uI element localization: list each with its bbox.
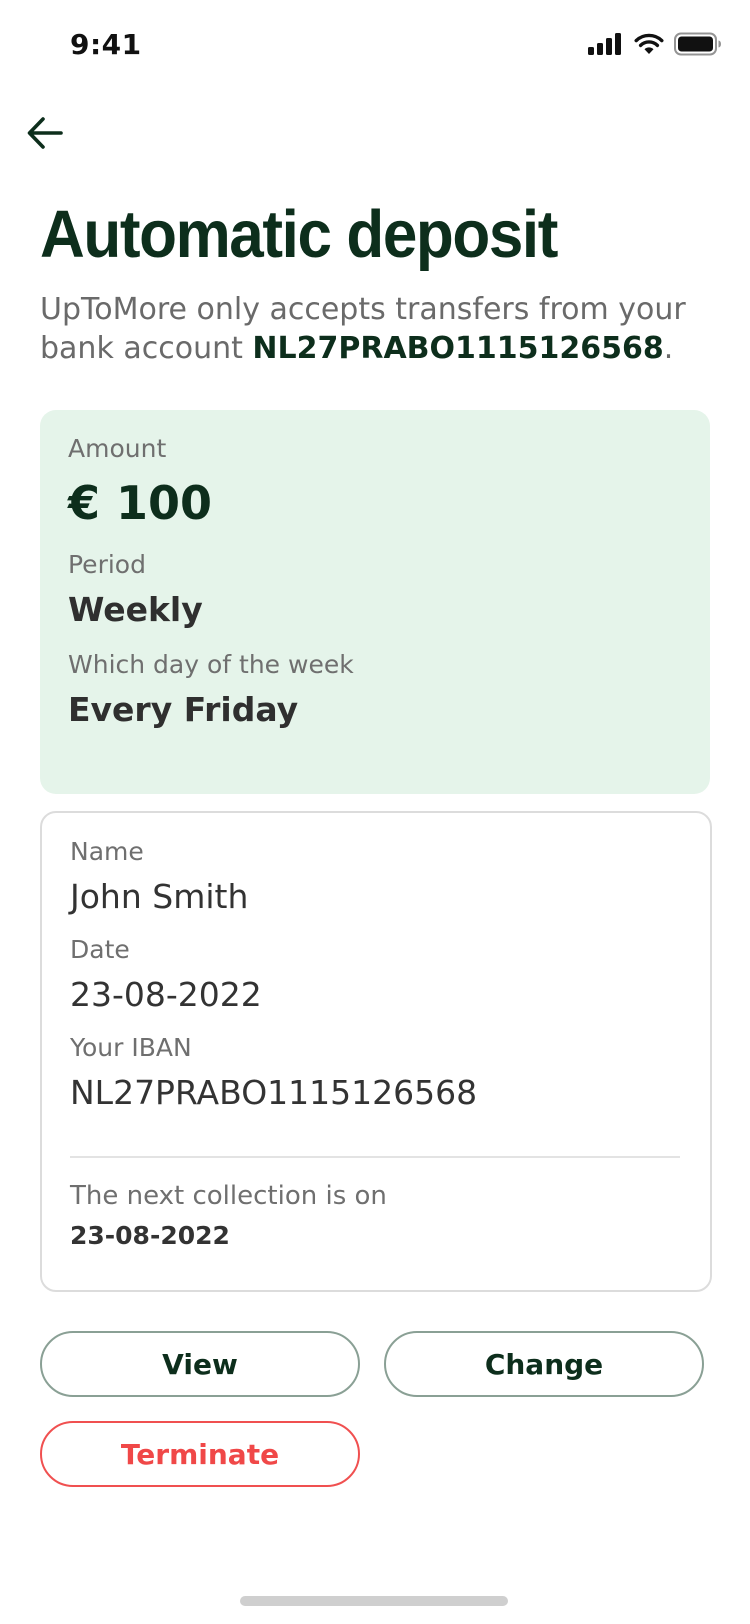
next-collection-date: 23-08-2022 <box>70 1221 230 1250</box>
intro-iban: NL27PRABO1115126568 <box>252 331 664 366</box>
status-bar: 9:41 <box>0 0 750 90</box>
wifi-icon <box>634 33 664 54</box>
iban-value: NL27PRABO1115126568 <box>70 1073 478 1112</box>
name-label: Name <box>70 837 144 866</box>
period-label: Period <box>68 550 146 579</box>
page-title: Automatic deposit <box>40 197 558 272</box>
date-value: 23-08-2022 <box>70 975 262 1014</box>
period-value: Weekly <box>68 590 203 629</box>
divider <box>70 1156 680 1158</box>
intro-text: UpToMore only accepts transfers from you… <box>40 290 730 368</box>
intro-text-end: . <box>663 331 674 366</box>
battery-icon <box>674 32 721 56</box>
iban-label: Your IBAN <box>70 1033 192 1062</box>
status-time: 9:41 <box>70 28 142 61</box>
name-value: John Smith <box>70 877 249 916</box>
cellular-signal-icon <box>588 33 621 55</box>
change-button[interactable]: Change <box>384 1331 704 1397</box>
mandate-details-card: Name John Smith Date 23-08-2022 Your IBA… <box>40 811 712 1292</box>
amount-label: Amount <box>68 434 167 463</box>
deposit-summary-card: Amount € 100 Period Weekly Which day of … <box>40 410 710 794</box>
weekday-value: Every Friday <box>68 690 299 729</box>
weekday-label: Which day of the week <box>68 650 354 679</box>
next-collection-label: The next collection is on <box>70 1181 387 1211</box>
amount-value: € 100 <box>68 476 213 530</box>
home-indicator <box>240 1596 508 1606</box>
view-button[interactable]: View <box>40 1331 360 1397</box>
status-icons <box>588 32 722 56</box>
arrow-left-icon <box>27 117 63 149</box>
terminate-button[interactable]: Terminate <box>40 1421 360 1487</box>
back-button[interactable] <box>22 110 68 156</box>
date-label: Date <box>70 935 130 964</box>
